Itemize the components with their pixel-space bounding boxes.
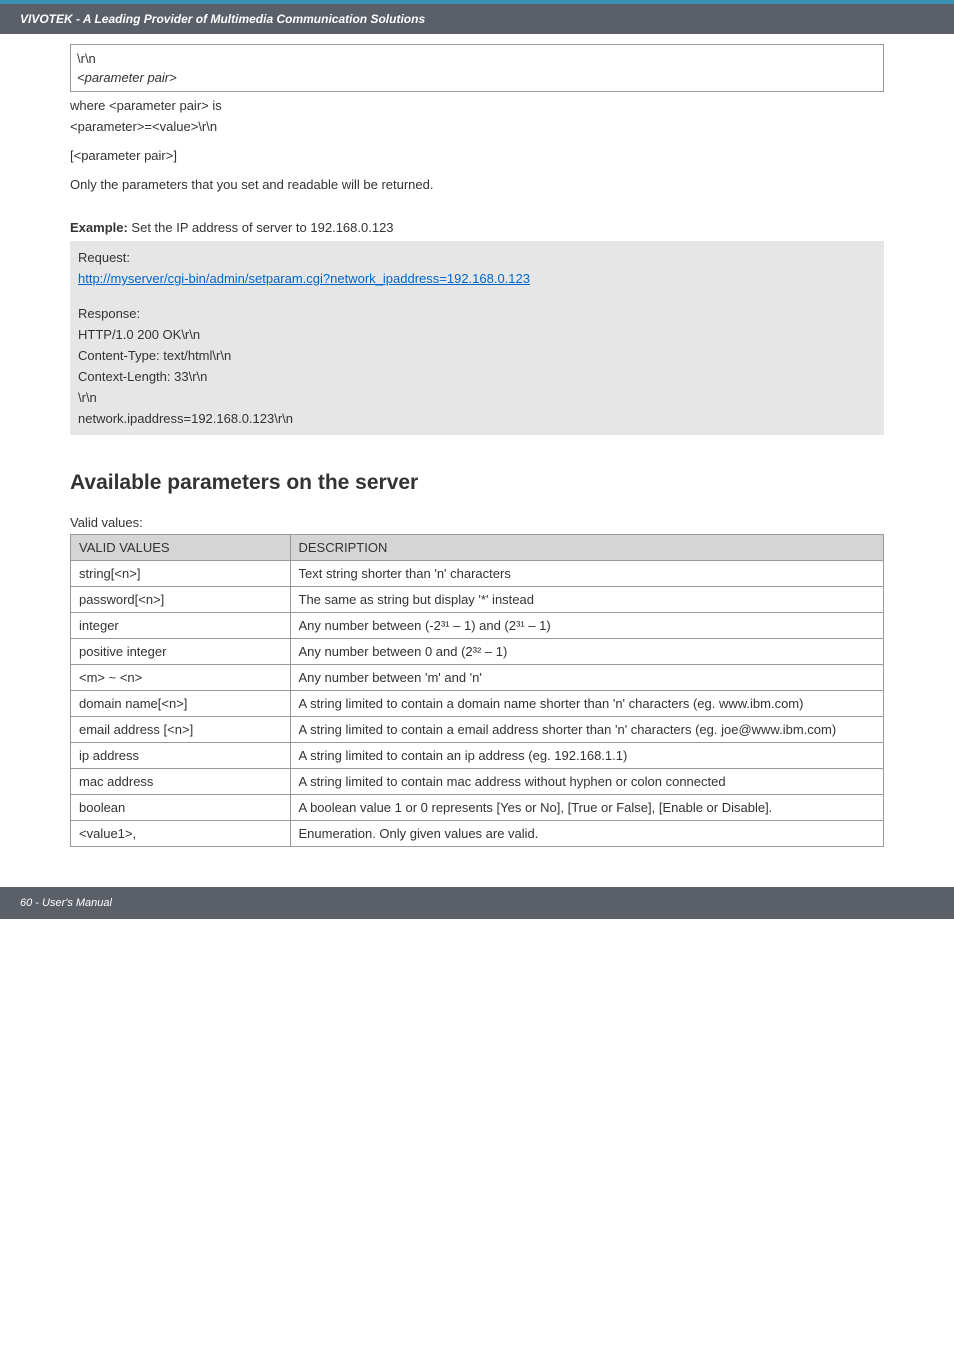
table-row: <m> ~ <n> Any number between 'm' and 'n' <box>71 665 884 691</box>
table-cell: domain name[<n>] <box>71 691 291 717</box>
table-cell: A string limited to contain mac address … <box>290 769 884 795</box>
table-cell: string[<n>] <box>71 561 291 587</box>
table-cell: boolean <box>71 795 291 821</box>
example-text: Set the IP address of server to 192.168.… <box>128 220 394 235</box>
table-header: DESCRIPTION <box>290 535 884 561</box>
table-cell: The same as string but display '*' inste… <box>290 587 884 613</box>
table-cell: ip address <box>71 743 291 769</box>
table-row: mac address A string limited to contain … <box>71 769 884 795</box>
table-cell: Any number between 0 and (2³² – 1) <box>290 639 884 665</box>
text-line: Only the parameters that you set and rea… <box>70 177 884 192</box>
request-url-link[interactable]: http://myserver/cgi-bin/admin/setparam.c… <box>78 271 530 286</box>
response-label: Response: <box>78 303 876 324</box>
page-content: \r\n <parameter pair> where <parameter p… <box>0 34 954 857</box>
request-block: Request: http://myserver/cgi-bin/admin/s… <box>70 241 884 435</box>
text-line: where <parameter pair> is <box>70 98 884 113</box>
response-line: Content-Type: text/html\r\n <box>78 345 876 366</box>
table-cell: password[<n>] <box>71 587 291 613</box>
text-line: [<parameter pair>] <box>70 148 884 163</box>
example-heading: Example: Set the IP address of server to… <box>70 220 884 235</box>
table-row: boolean A boolean value 1 or 0 represent… <box>71 795 884 821</box>
table-cell: A string limited to contain a email addr… <box>290 717 884 743</box>
request-label: Request: <box>78 247 876 268</box>
table-row: email address [<n>] A string limited to … <box>71 717 884 743</box>
response-line: \r\n <box>78 387 876 408</box>
code-line: <parameter pair> <box>77 68 877 87</box>
table-header-row: VALID VALUES DESCRIPTION <box>71 535 884 561</box>
table-row: integer Any number between (-2³¹ – 1) an… <box>71 613 884 639</box>
page-number: 60 - User's Manual <box>20 897 112 909</box>
table-row: password[<n>] The same as string but dis… <box>71 587 884 613</box>
table-cell: integer <box>71 613 291 639</box>
header-title: VIVOTEK - A Leading Provider of Multimed… <box>20 12 425 26</box>
table-row: ip address A string limited to contain a… <box>71 743 884 769</box>
response-line: Context-Length: 33\r\n <box>78 366 876 387</box>
table-cell: positive integer <box>71 639 291 665</box>
code-box: \r\n <parameter pair> <box>70 44 884 92</box>
table-cell: mac address <box>71 769 291 795</box>
response-line: HTTP/1.0 200 OK\r\n <box>78 324 876 345</box>
table-cell: Enumeration. Only given values are valid… <box>290 821 884 847</box>
spacer <box>78 289 876 303</box>
table-row: domain name[<n>] A string limited to con… <box>71 691 884 717</box>
example-label: Example: <box>70 220 128 235</box>
valid-values-label: Valid values: <box>70 515 884 530</box>
section-heading: Available parameters on the server <box>70 471 884 495</box>
table-cell: <m> ~ <n> <box>71 665 291 691</box>
table-cell: A string limited to contain an ip addres… <box>290 743 884 769</box>
table-cell: Any number between (-2³¹ – 1) and (2³¹ –… <box>290 613 884 639</box>
table-cell: Text string shorter than 'n' characters <box>290 561 884 587</box>
table-cell: A string limited to contain a domain nam… <box>290 691 884 717</box>
table-cell: <value1>, <box>71 821 291 847</box>
table-row: positive integer Any number between 0 an… <box>71 639 884 665</box>
table-row: string[<n>] Text string shorter than 'n'… <box>71 561 884 587</box>
table-cell: email address [<n>] <box>71 717 291 743</box>
text-line: <parameter>=<value>\r\n <box>70 119 884 134</box>
table-cell: A boolean value 1 or 0 represents [Yes o… <box>290 795 884 821</box>
table-cell: Any number between 'm' and 'n' <box>290 665 884 691</box>
valid-values-table: VALID VALUES DESCRIPTION string[<n>] Tex… <box>70 534 884 847</box>
page-header: VIVOTEK - A Leading Provider of Multimed… <box>0 0 954 34</box>
response-line: network.ipaddress=192.168.0.123\r\n <box>78 408 876 429</box>
code-line: \r\n <box>77 49 877 68</box>
request-url: http://myserver/cgi-bin/admin/setparam.c… <box>78 268 876 289</box>
table-header: VALID VALUES <box>71 535 291 561</box>
table-row: <value1>, Enumeration. Only given values… <box>71 821 884 847</box>
page-footer: 60 - User's Manual <box>0 887 954 919</box>
